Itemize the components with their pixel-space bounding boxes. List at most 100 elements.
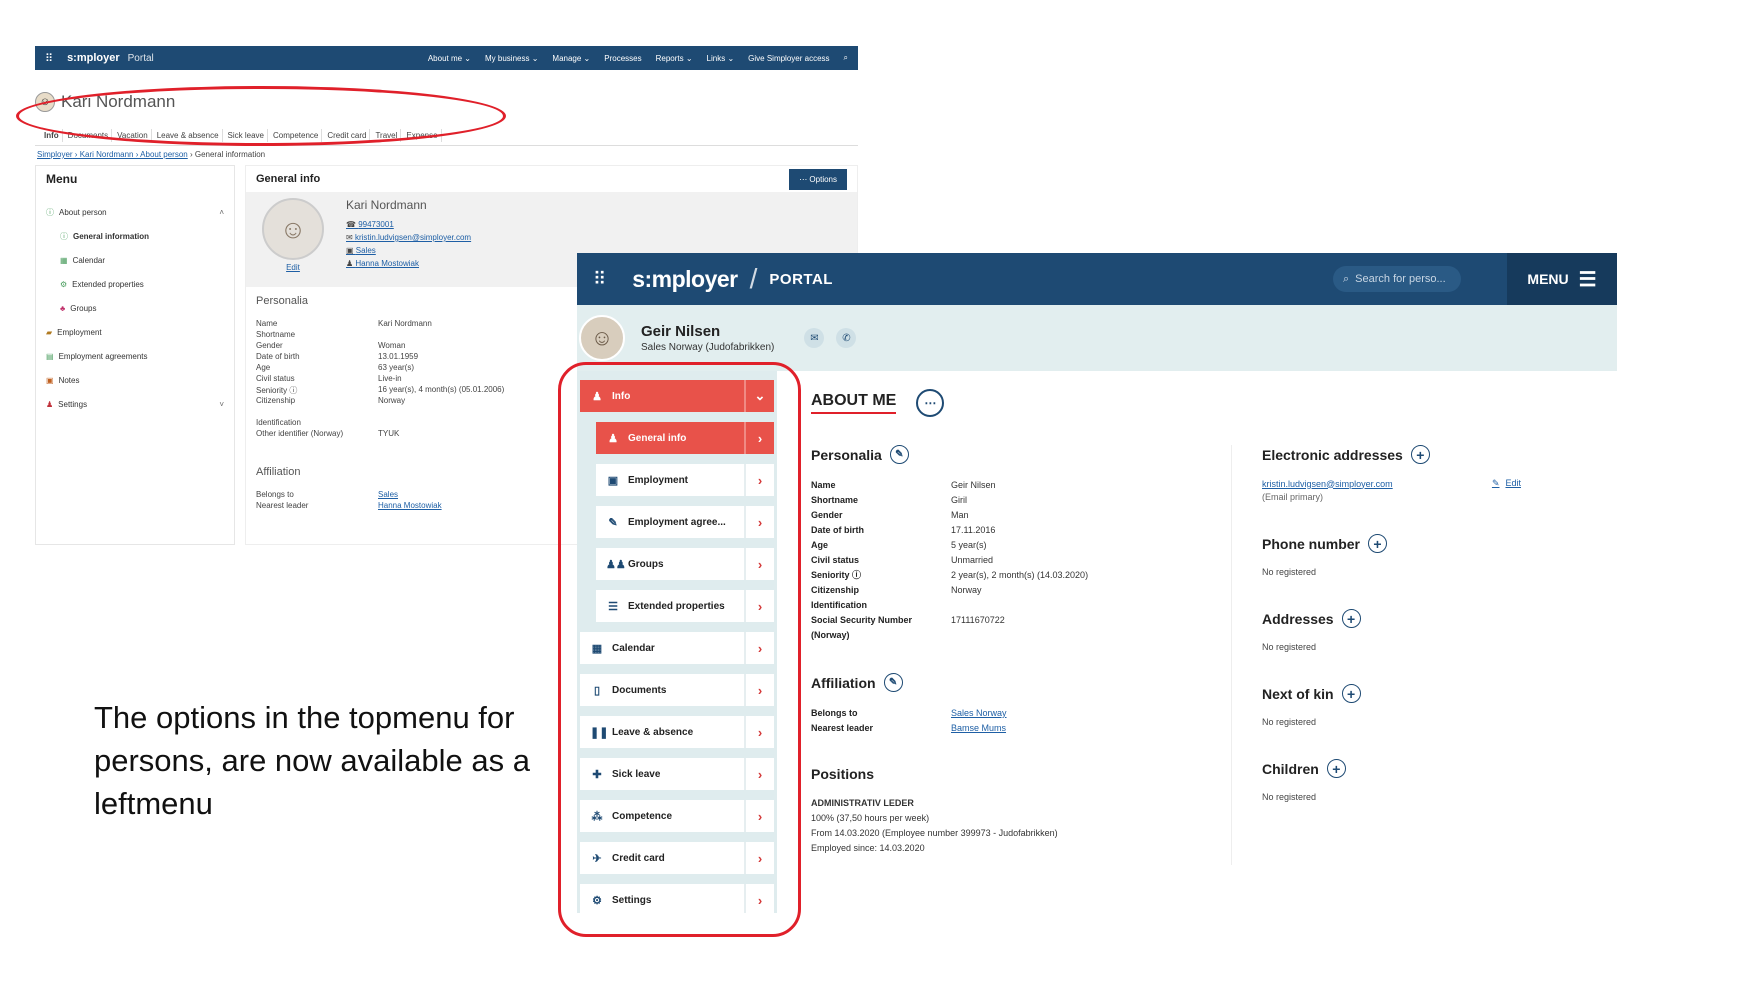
chevron-up-icon[interactable]: ˄ bbox=[219, 208, 224, 217]
row-key: Civil status bbox=[256, 374, 295, 383]
old-menu-item-label: About person bbox=[59, 207, 107, 217]
old-menu-item-label: Calendar bbox=[72, 255, 106, 265]
belongs-to-link[interactable]: Sales bbox=[378, 490, 398, 501]
add-next-of-kin-button[interactable]: + bbox=[1341, 684, 1361, 703]
new-person-info: Geir Nilsen Sales Norway (Judofabrikken) bbox=[641, 323, 774, 353]
page-title: ABOUT ME bbox=[811, 392, 897, 414]
nav-manage[interactable]: Manage ⌄ bbox=[552, 54, 590, 63]
phone-link[interactable]: ☎ 99473001 bbox=[346, 220, 471, 229]
briefcase-icon: ▰ bbox=[46, 327, 53, 337]
edit-email-link[interactable]: ✎ Edit bbox=[1492, 478, 1521, 489]
old-topbar: ⠿ s:mployer Portal About me ⌄ My busines… bbox=[35, 46, 858, 70]
apps-grid-icon[interactable]: ⠿ bbox=[45, 52, 53, 65]
mail-icon[interactable]: ✉ bbox=[804, 328, 825, 348]
row-key: Date of birth bbox=[256, 352, 300, 361]
row-key bbox=[256, 407, 378, 418]
next-of-kin-title: Next of kin bbox=[1262, 685, 1334, 702]
info-icon: ⓘ bbox=[60, 231, 68, 241]
old-menu-item-about-person[interactable]: ⓘ About person ˄ bbox=[46, 200, 224, 224]
email-link[interactable]: ✉ kristin.ludvigsen@simployer.com bbox=[346, 233, 471, 242]
apps-grid-icon[interactable]: ⠿ bbox=[593, 269, 606, 290]
edit-personalia-button[interactable]: ✎ bbox=[889, 445, 909, 464]
row-key: Citizenship bbox=[811, 585, 860, 595]
add-electronic-address-button[interactable]: + bbox=[1410, 445, 1430, 464]
person-photo: ☺ bbox=[579, 315, 625, 361]
old-menu-item-general-information[interactable]: ⓘ General information bbox=[46, 224, 224, 248]
edit-link[interactable]: Edit bbox=[262, 263, 324, 272]
menu-button[interactable]: MENU ☰ bbox=[1507, 253, 1617, 305]
nearest-leader-link[interactable]: Bamse Mums bbox=[951, 721, 1006, 736]
breadcrumb: Simployer › Kari Nordmann › About person… bbox=[35, 146, 858, 165]
row-key: Age bbox=[811, 540, 829, 550]
phone-icon[interactable]: ✆ bbox=[836, 328, 857, 348]
person-icon: ♟ bbox=[46, 399, 54, 409]
options-button[interactable]: ⋯ Options bbox=[789, 168, 847, 190]
nav-about-me[interactable]: About me ⌄ bbox=[428, 54, 471, 63]
add-phone-button[interactable]: + bbox=[1368, 534, 1388, 553]
old-logo[interactable]: s:mployer bbox=[67, 52, 120, 64]
more-icon: ⋯ bbox=[799, 174, 810, 184]
breadcrumb-root[interactable]: Simployer bbox=[37, 150, 73, 159]
row-key: Belongs to bbox=[811, 708, 858, 718]
old-menu-item-label: Employment bbox=[57, 327, 102, 337]
breadcrumb-middle[interactable]: › Kari Nordmann › About person bbox=[73, 150, 188, 159]
old-menu-item-label: Notes bbox=[58, 375, 80, 385]
belongs-to-link[interactable]: Sales Norway bbox=[951, 706, 1007, 721]
gear-icon: ⚙ bbox=[60, 279, 68, 289]
new-logo[interactable]: s:mployer bbox=[632, 266, 738, 293]
row-value: Kari Nordmann bbox=[378, 319, 432, 328]
nav-links[interactable]: Links ⌄ bbox=[707, 54, 735, 63]
row-value: Woman bbox=[378, 341, 406, 350]
row-key: Nearest leader bbox=[811, 723, 874, 733]
person-photo: ☺ bbox=[262, 198, 324, 260]
calendar-icon: ▦ bbox=[60, 255, 68, 265]
edit-affiliation-button[interactable]: ✎ bbox=[883, 673, 903, 692]
about-columns: Personalia ✎ Name Geir Nilsen Shortname Gir… bbox=[811, 445, 1587, 865]
search-input[interactable]: ⌕ Search for perso... bbox=[1333, 266, 1461, 292]
nav-reports[interactable]: Reports ⌄ bbox=[656, 54, 693, 63]
table-row: Civil status Unmarried bbox=[811, 553, 1231, 568]
old-menu-item-notes[interactable]: ▣ Notes bbox=[46, 368, 224, 392]
personalia-title: Personalia bbox=[811, 446, 882, 463]
nav-processes[interactable]: Processes bbox=[604, 54, 641, 63]
search-icon[interactable]: ⌕ bbox=[844, 53, 848, 63]
add-address-button[interactable]: + bbox=[1341, 609, 1361, 628]
department-icon: ▣ bbox=[346, 246, 356, 255]
info-icon: ⓘ bbox=[46, 207, 54, 217]
old-menu-item-extended-properties[interactable]: ⚙ Extended properties bbox=[46, 272, 224, 296]
add-child-button[interactable]: + bbox=[1326, 759, 1346, 778]
row-key: Date of birth bbox=[811, 525, 864, 535]
table-row: (Norway) bbox=[811, 628, 1231, 643]
row-key: Gender bbox=[811, 510, 843, 520]
old-menu-item-label: Extended properties bbox=[72, 279, 144, 289]
old-content-title: General info bbox=[256, 173, 321, 185]
email-link[interactable]: kristin.ludvigsen@simployer.com bbox=[1262, 479, 1393, 489]
email-primary-note: (Email primary) bbox=[1262, 492, 1324, 502]
person-icon: ♟ bbox=[346, 259, 356, 268]
row-key: Shortname bbox=[256, 330, 296, 339]
nav-give-access[interactable]: Give Simployer access bbox=[748, 54, 829, 63]
old-menu-item-settings[interactable]: ♟ Settings ˅ bbox=[46, 392, 224, 416]
chevron-down-icon[interactable]: ˅ bbox=[219, 400, 224, 409]
email-value: kristin.ludvigsen@simployer.com bbox=[354, 233, 472, 242]
leader-link[interactable]: ♟ Hanna Mostowiak bbox=[346, 259, 471, 268]
phone-none-note: No registered bbox=[1262, 567, 1317, 577]
nearest-leader-link[interactable]: Hanna Mostowiak bbox=[378, 501, 442, 512]
old-menu-item-employment[interactable]: ▰ Employment bbox=[46, 320, 224, 344]
old-menu-item-groups[interactable]: ♣ Groups bbox=[46, 296, 224, 320]
department-link[interactable]: ▣ Sales bbox=[346, 246, 471, 255]
more-options-button[interactable]: ⋯ bbox=[916, 389, 945, 417]
old-left-menu: Menu ⓘ About person ˄ ⓘ General information… bbox=[35, 165, 235, 545]
row-key: Identification bbox=[256, 418, 301, 427]
nav-my-business[interactable]: My business ⌄ bbox=[485, 54, 538, 63]
breadcrumb-current: › General information bbox=[187, 150, 266, 159]
positions-block: ADMINISTRATIV LEDER 100% (37,50 hours pe… bbox=[811, 796, 1231, 856]
phone-value: 99473001 bbox=[358, 220, 394, 229]
old-menu-item-employment-agreements[interactable]: ▤ Employment agreements bbox=[46, 344, 224, 368]
phone-number-heading: Phone number + bbox=[1262, 534, 1521, 553]
phone-number-title: Phone number bbox=[1262, 535, 1361, 552]
search-placeholder: Search for perso... bbox=[1355, 273, 1446, 285]
old-menu-item-calendar[interactable]: ▦ Calendar bbox=[46, 248, 224, 272]
table-row: Gender Man bbox=[811, 508, 1231, 523]
